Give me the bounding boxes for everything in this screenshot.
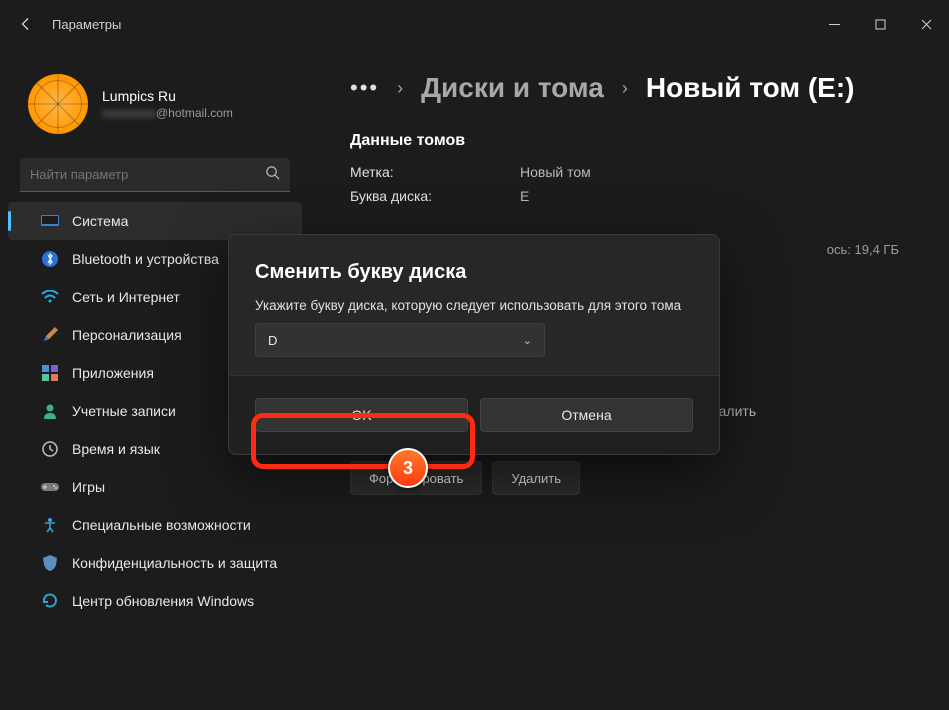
drive-letter-select[interactable]: D ⌄	[255, 323, 545, 357]
search-icon	[265, 165, 280, 185]
shield-icon	[40, 553, 60, 573]
nav-label: Приложения	[44, 365, 154, 381]
window-title: Параметры	[52, 17, 121, 32]
nav-label: Центр обновления Windows	[44, 593, 254, 609]
close-button[interactable]	[903, 0, 949, 48]
nav-label: Специальные возможности	[44, 517, 251, 533]
chevron-right-icon: ›	[622, 78, 628, 99]
letter-key: Буква диска:	[350, 188, 460, 204]
back-button[interactable]	[18, 16, 34, 32]
maximize-button[interactable]	[857, 0, 903, 48]
volume-data-heading: Данные томов	[350, 132, 909, 150]
nav-label: Время и язык	[44, 441, 160, 457]
gamepad-icon	[40, 477, 60, 497]
dialog-subtitle: Укажите букву диска, которую следует исп…	[255, 298, 693, 313]
nav-label: Персонализация	[44, 327, 182, 343]
delete-button[interactable]: Удалить	[492, 461, 580, 495]
profile-name: Lumpics Ru	[102, 88, 233, 104]
apps-icon	[40, 363, 60, 383]
letter-value: E	[520, 188, 529, 204]
breadcrumb: ••• › Диски и тома › Новый том (E:)	[350, 72, 909, 104]
cancel-button[interactable]: Отмена	[480, 398, 693, 432]
nav-label: Конфиденциальность и защита	[44, 555, 277, 571]
system-icon	[40, 211, 60, 231]
nav-update[interactable]: Центр обновления Windows	[0, 582, 310, 620]
clock-icon	[40, 439, 60, 459]
search-box[interactable]	[20, 158, 290, 192]
change-drive-letter-dialog: Сменить букву диска Укажите букву диска,…	[228, 234, 720, 455]
breadcrumb-current: Новый том (E:)	[646, 72, 855, 104]
nav-accessibility[interactable]: Специальные возможности	[0, 506, 310, 544]
annotation-step-badge: 3	[388, 448, 428, 488]
nav-label: Учетные записи	[44, 403, 176, 419]
nav-label: Bluetooth и устройства	[44, 251, 219, 267]
nav-privacy[interactable]: Конфиденциальность и защита	[0, 544, 310, 582]
chevron-down-icon: ⌄	[523, 334, 532, 347]
breadcrumb-parent[interactable]: Диски и тома	[421, 72, 604, 104]
avatar	[28, 74, 88, 134]
label-value: Новый том	[520, 164, 591, 180]
titlebar: Параметры	[0, 0, 949, 48]
update-icon	[40, 591, 60, 611]
drive-letter-value: D	[268, 333, 277, 348]
breadcrumb-more[interactable]: •••	[350, 75, 379, 101]
bluetooth-icon	[40, 249, 60, 269]
search-input[interactable]	[30, 167, 265, 182]
label-key: Метка:	[350, 164, 460, 180]
brush-icon	[40, 325, 60, 345]
wifi-icon	[40, 287, 60, 307]
minimize-button[interactable]	[811, 0, 857, 48]
nav-label: Сеть и Интернет	[44, 289, 180, 305]
profile[interactable]: Lumpics Ru xxxxxxxxx@hotmail.com	[0, 64, 310, 154]
chevron-right-icon: ›	[397, 78, 403, 99]
ok-button[interactable]: OK	[255, 398, 468, 432]
nav-gaming[interactable]: Игры	[0, 468, 310, 506]
profile-email: xxxxxxxxx@hotmail.com	[102, 106, 233, 120]
person-icon	[40, 401, 60, 421]
accessibility-icon	[40, 515, 60, 535]
dialog-title: Сменить букву диска	[255, 261, 693, 284]
